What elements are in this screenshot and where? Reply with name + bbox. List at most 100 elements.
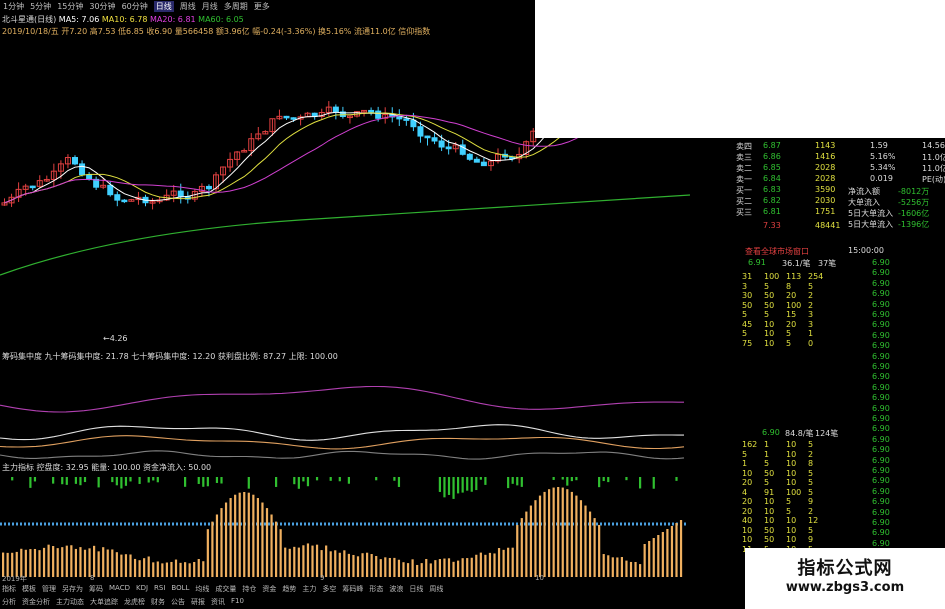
indicator-tab[interactable]: 资金分析 — [22, 597, 50, 609]
market-window-banner[interactable]: 查看全球市场窗口 — [745, 246, 809, 257]
energy-bar — [575, 495, 578, 577]
indicator-tab[interactable]: 波浪 — [389, 584, 403, 597]
trade-cell: 0 — [808, 338, 814, 348]
indicator-tab[interactable]: 主力 — [302, 584, 316, 597]
tick-price: 6.90 — [872, 310, 890, 319]
indicator-tab[interactable]: 资讯 — [211, 597, 225, 609]
energy-bar — [661, 532, 664, 577]
ticks-header: 15:00:00 — [848, 246, 884, 255]
chip-concentration-chart[interactable]: 90.0075.0060.0045.0030.0015.00 — [0, 360, 700, 470]
energy-bar — [538, 495, 542, 577]
trade-cell: 10 — [786, 459, 797, 468]
energy-bar — [334, 550, 337, 577]
indicator-tab[interactable]: 主力动态 — [56, 597, 84, 609]
order-sum-buy: 7.33 — [763, 221, 781, 230]
trade-cell: 10 — [742, 535, 753, 544]
trade-cell: 5 — [764, 310, 770, 319]
indicator-tab[interactable]: 大单追踪 — [90, 597, 118, 609]
energy-bar — [252, 494, 255, 577]
energy-bar — [288, 548, 291, 577]
indicator-tab[interactable]: 资金 — [262, 584, 276, 597]
indicator-tab[interactable]: 均线 — [195, 584, 209, 597]
energy-bar — [20, 548, 23, 577]
flow-bar — [29, 477, 32, 488]
trade-cell: 10 — [786, 449, 797, 459]
energy-bar — [70, 545, 73, 577]
indicator-tab[interactable]: 筹码峰 — [342, 584, 363, 597]
order-sum-sell: 48441 — [815, 221, 841, 230]
order-level-label: 买三 — [736, 208, 752, 217]
order-level-volume: 2028 — [815, 163, 836, 172]
energy-bar — [516, 524, 519, 577]
trade-cell: 9 — [808, 535, 814, 544]
indicator-tab[interactable]: 研报 — [191, 597, 205, 609]
indicator-tab[interactable]: 成交量 — [215, 584, 236, 597]
energy-bar — [106, 549, 109, 577]
trade-cell: 5 — [786, 506, 792, 516]
flow-bar — [570, 477, 573, 482]
indicator-tab[interactable]: 公告 — [171, 597, 185, 609]
stat-avg: 36.1/笔 — [782, 259, 811, 268]
energy-bar — [557, 487, 560, 577]
indicator-tab[interactable]: 财务 — [151, 597, 165, 609]
indicator-tab[interactable]: 模板 — [22, 584, 36, 597]
indicator-tab[interactable]: F10 — [231, 597, 244, 609]
indicator-tab[interactable]: 多空 — [322, 584, 336, 597]
flow-bar — [393, 477, 396, 481]
energy-bar — [111, 549, 114, 577]
indicator-tab[interactable]: 趋势 — [282, 584, 296, 597]
indicator-tab[interactable]: 管理 — [42, 584, 56, 597]
indicator-tab[interactable]: 周线 — [429, 584, 443, 597]
energy-bar — [256, 498, 259, 577]
trade-cell: 50 — [764, 300, 775, 310]
indicator-tab[interactable]: 另存为 — [62, 584, 83, 597]
indicator-tab[interactable]: KDJ — [136, 584, 148, 597]
indicator-tab[interactable]: 持仓 — [242, 584, 256, 597]
trade-cell: 40 — [742, 516, 753, 525]
indicator-tab[interactable]: 筹码 — [89, 584, 103, 597]
indicator-tab[interactable]: 日线 — [409, 584, 423, 597]
stat-field: 5.34% — [870, 163, 896, 172]
energy-bar — [29, 549, 32, 577]
trade-cell: 50 — [764, 291, 775, 300]
energy-bar — [548, 489, 551, 577]
flow-value: -8012万 — [898, 187, 930, 196]
trade-cell: 100 — [764, 272, 780, 281]
flow-bar — [138, 477, 141, 484]
order-level-price: 6.84 — [763, 174, 781, 183]
indicator-tab[interactable]: 分析 — [2, 597, 16, 609]
flow-bar — [511, 477, 514, 484]
main-force-chart[interactable]: 100.0080.0060.0040.0020.00 — [0, 472, 700, 582]
indicator-tab[interactable]: 指标 — [2, 584, 16, 597]
trade-cell: 5 — [742, 329, 748, 338]
indicator-tab[interactable]: RSI — [154, 584, 165, 597]
flow-bar — [675, 477, 678, 481]
candle-body — [445, 146, 452, 150]
indicator-tab[interactable]: 形态 — [369, 584, 383, 597]
energy-bar — [588, 511, 592, 577]
energy-bar — [56, 548, 59, 577]
trade-cell: 20 — [742, 506, 753, 516]
trade-cell: 31 — [742, 272, 753, 281]
trade-cell: 5 — [808, 525, 814, 535]
candle-body — [86, 174, 93, 180]
flow-bar — [120, 477, 123, 489]
order-level-volume: 2028 — [815, 174, 836, 183]
indicator-tab[interactable]: 龙虎榜 — [124, 597, 145, 609]
flow-bar — [97, 477, 100, 488]
candle-body — [121, 199, 128, 203]
stat-field: PE(动) — [922, 175, 945, 184]
flow-bar — [65, 477, 68, 485]
flow-bar — [220, 477, 223, 484]
energy-bar — [679, 520, 683, 577]
energy-bar — [83, 549, 87, 577]
indicator-tab[interactable]: BOLL — [171, 584, 189, 597]
chip-line — [0, 424, 684, 441]
flow-bar — [206, 477, 209, 487]
flow-bar — [447, 477, 451, 495]
tick-price: 6.90 — [872, 476, 890, 486]
stat-price-2: 6.90 — [762, 428, 780, 437]
indicator-tab[interactable]: MACD — [109, 584, 130, 597]
flow-bar — [315, 477, 319, 481]
energy-bar — [657, 535, 660, 577]
